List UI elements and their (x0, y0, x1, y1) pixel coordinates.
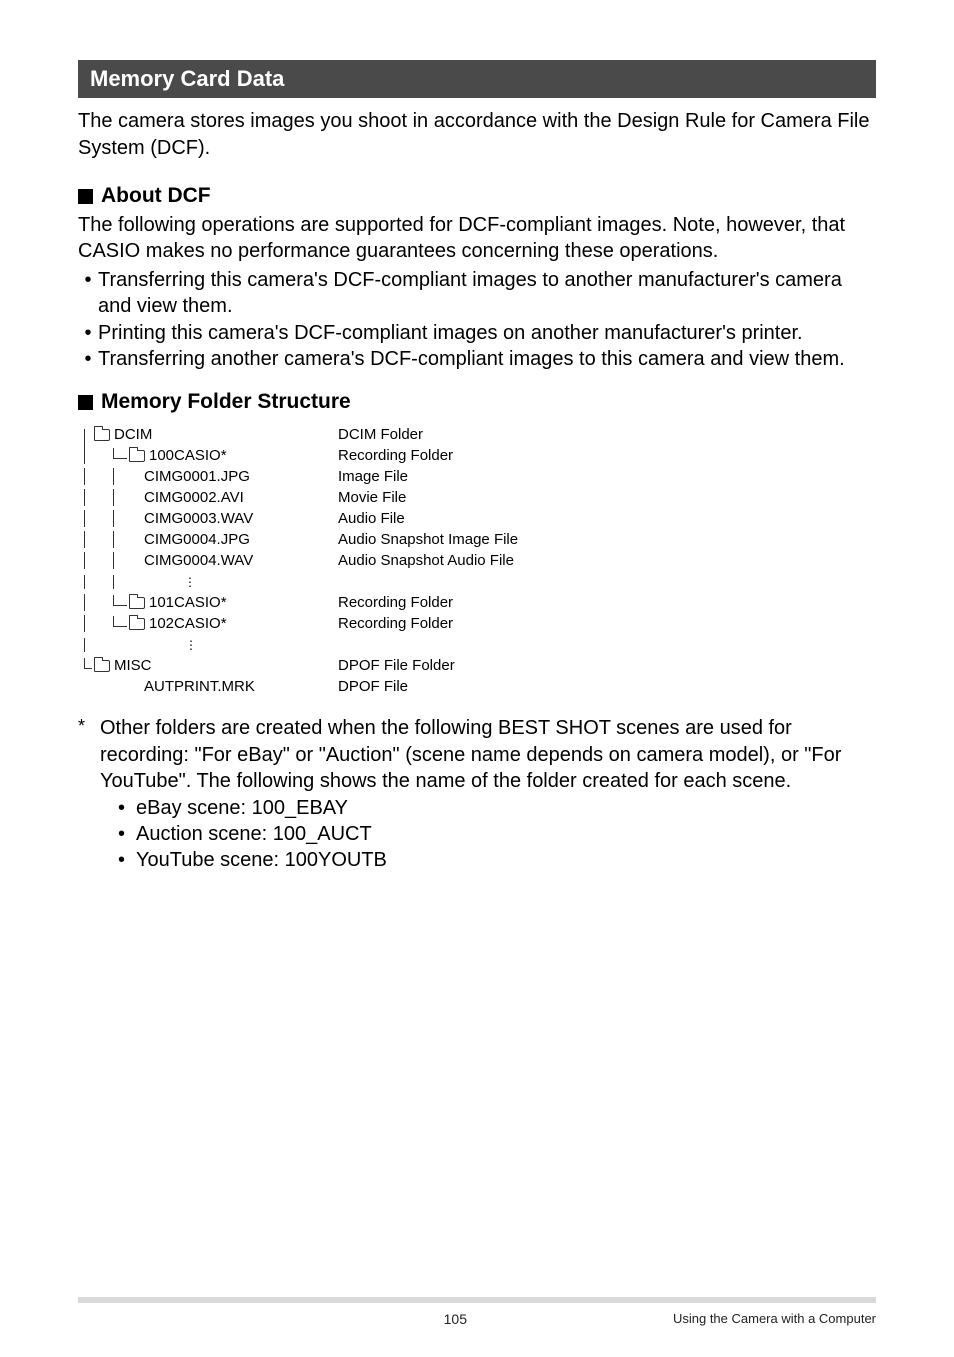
tree-row: ⋮ (78, 571, 876, 592)
list-item: •Transferring this camera's DCF-complian… (78, 267, 876, 320)
bullet-dot-icon: • (78, 267, 98, 320)
bullet-dot-icon: • (118, 795, 136, 821)
tree-desc: Recording Folder (338, 594, 453, 611)
tree-desc: Movie File (338, 489, 406, 506)
tree-desc: Audio Snapshot Image File (338, 531, 518, 548)
about-dcf-heading: About DCF (78, 184, 876, 208)
folder-icon (94, 660, 110, 672)
bullet-dot-icon: • (118, 821, 136, 847)
list-item-text: Transferring another camera's DCF-compli… (98, 346, 845, 372)
tree-name: CIMG0002.AVI (144, 489, 244, 506)
page-number: 105 (78, 1311, 477, 1327)
footnote-text: Other folders are created when the follo… (100, 715, 876, 794)
vertical-dots-icon: ⋮ (183, 638, 195, 652)
tree-desc: Recording Folder (338, 615, 453, 632)
bullet-dot-icon: • (118, 847, 136, 873)
list-item: •Transferring another camera's DCF-compl… (78, 346, 876, 372)
tree-name: CIMG0004.JPG (144, 531, 250, 548)
tree-row: CIMG0001.JPG Image File (78, 466, 876, 487)
tree-row: CIMG0004.JPG Audio Snapshot Image File (78, 529, 876, 550)
tree-row: ⋮ (78, 634, 876, 655)
footer-section-name: Using the Camera with a Computer (477, 1311, 876, 1327)
tree-name: CIMG0004.WAV (144, 552, 253, 569)
tree-row: 101CASIO * Recording Folder (78, 592, 876, 613)
folder-structure-heading: Memory Folder Structure (78, 390, 876, 414)
about-dcf-heading-text: About DCF (101, 184, 211, 208)
list-item-text: Printing this camera's DCF-compliant ima… (98, 320, 803, 346)
tree-desc: Recording Folder (338, 447, 453, 464)
tree-name: AUTPRINT.MRK (144, 678, 255, 695)
list-item: •YouTube scene: 100YOUTB (118, 847, 876, 873)
square-bullet-icon (78, 395, 93, 410)
footnote-star: * (78, 715, 100, 794)
tree-name: 102CASIO (149, 615, 221, 632)
list-item: •Printing this camera's DCF-compliant im… (78, 320, 876, 346)
list-item: •Auction scene: 100_AUCT (118, 821, 876, 847)
tree-desc: Audio File (338, 510, 405, 527)
list-item-text: Transferring this camera's DCF-compliant… (98, 267, 876, 320)
square-bullet-icon (78, 189, 93, 204)
footer: 105 Using the Camera with a Computer (0, 1297, 954, 1327)
tree-name: 101CASIO (149, 594, 221, 611)
tree-desc: DPOF File (338, 678, 408, 695)
list-item-text: eBay scene: 100_EBAY (136, 795, 348, 821)
list-item: •eBay scene: 100_EBAY (118, 795, 876, 821)
tree-row: DCIM DCIM Folder (78, 424, 876, 445)
tree-desc: Audio Snapshot Audio File (338, 552, 514, 569)
bullet-dot-icon: • (78, 346, 98, 372)
folder-icon (129, 450, 145, 462)
footnote: * Other folders are created when the fol… (78, 715, 876, 873)
section-title: Memory Card Data (78, 60, 876, 98)
tree-row: CIMG0004.WAV Audio Snapshot Audio File (78, 550, 876, 571)
tree-row: AUTPRINT.MRK DPOF File (78, 676, 876, 697)
folder-icon (129, 597, 145, 609)
tree-desc: DPOF File Folder (338, 657, 455, 674)
intro-text: The camera stores images you shoot in ac… (78, 108, 876, 162)
folder-icon (129, 618, 145, 630)
footnote-list: •eBay scene: 100_EBAY •Auction scene: 10… (78, 795, 876, 874)
tree-row: CIMG0002.AVI Movie File (78, 487, 876, 508)
tree-name: CIMG0001.JPG (144, 468, 250, 485)
tree-desc: Image File (338, 468, 408, 485)
tree-row: MISC DPOF File Folder (78, 655, 876, 676)
tree-row: 100CASIO * Recording Folder (78, 445, 876, 466)
tree-name: DCIM (114, 426, 152, 443)
tree-row: CIMG0003.WAV Audio File (78, 508, 876, 529)
folder-structure-heading-text: Memory Folder Structure (101, 390, 351, 414)
tree-name: 100CASIO (149, 447, 221, 464)
tree-name: CIMG0003.WAV (144, 510, 253, 527)
tree-star: * (221, 594, 227, 611)
about-dcf-list: •Transferring this camera's DCF-complian… (78, 267, 876, 373)
footer-divider (78, 1297, 876, 1303)
about-dcf-text: The following operations are supported f… (78, 212, 876, 265)
tree-desc: DCIM Folder (338, 426, 423, 443)
folder-icon (94, 429, 110, 441)
tree-star: * (221, 615, 227, 632)
tree-row: 102CASIO * Recording Folder (78, 613, 876, 634)
vertical-dots-icon: ⋮ (182, 575, 194, 589)
tree-star: * (221, 447, 227, 464)
bullet-dot-icon: • (78, 320, 98, 346)
list-item-text: Auction scene: 100_AUCT (136, 821, 372, 847)
tree-name: MISC (114, 657, 152, 674)
folder-tree: DCIM DCIM Folder 100CASIO * Recording Fo… (78, 424, 876, 697)
list-item-text: YouTube scene: 100YOUTB (136, 847, 387, 873)
